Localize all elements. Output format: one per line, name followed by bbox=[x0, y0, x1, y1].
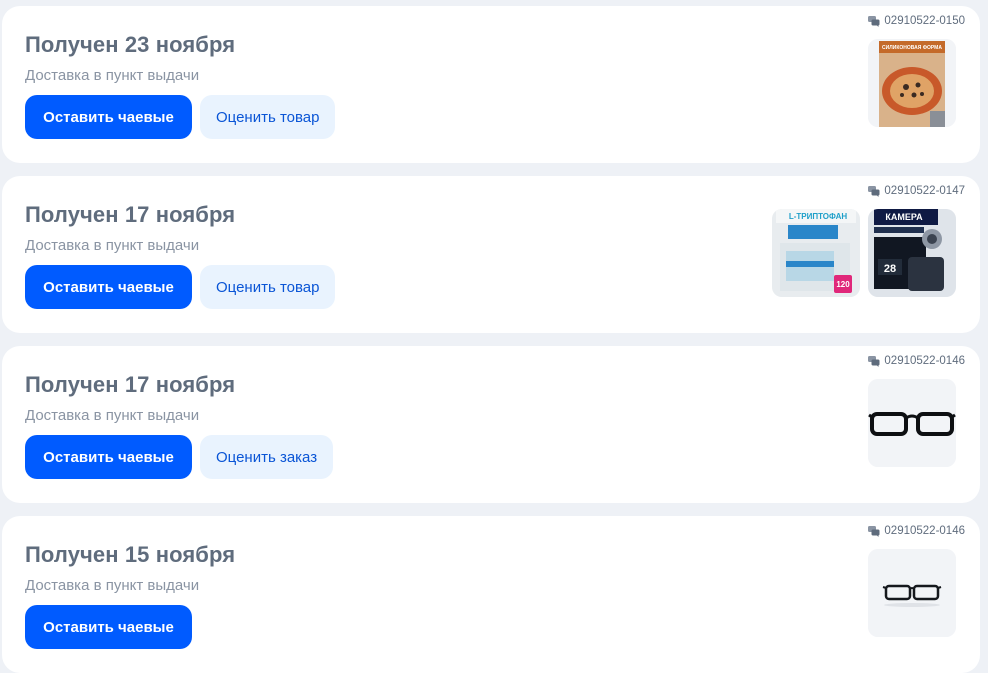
order-card[interactable]: Получен 17 ноября Доставка в пункт выдач… bbox=[2, 346, 980, 503]
rate-order-button[interactable]: Оценить заказ bbox=[200, 435, 334, 479]
order-card[interactable]: Получен 23 ноября Доставка в пункт выдач… bbox=[2, 6, 980, 163]
chat-bubbles-icon bbox=[868, 525, 880, 537]
product-thumbnail-tryptophan[interactable]: L-ТРИПТОФАН 120 bbox=[772, 209, 860, 297]
order-number-text: 02910522-0146 bbox=[884, 525, 965, 537]
order-card[interactable]: Получен 17 ноября Доставка в пункт выдач… bbox=[2, 176, 980, 333]
tryptophan-image: L-ТРИПТОФАН 120 bbox=[772, 209, 860, 297]
order-actions: Оставить чаевые Оценить товар bbox=[25, 265, 336, 309]
camera-number-badge: 28 bbox=[884, 263, 896, 275]
chat-bubbles-icon bbox=[868, 185, 880, 197]
delivery-type: Доставка в пункт выдачи bbox=[25, 67, 200, 84]
order-number[interactable]: 02910522-0146 bbox=[868, 355, 965, 367]
rate-product-button[interactable]: Оценить товар bbox=[200, 265, 336, 309]
order-items: СИЛИКОНОВАЯ ФОРМА bbox=[868, 39, 956, 127]
chat-bubbles-icon bbox=[868, 355, 880, 367]
order-number[interactable]: 02910522-0146 bbox=[868, 525, 965, 537]
order-card[interactable]: Получен 15 ноября Доставка в пункт выдач… bbox=[2, 516, 980, 673]
leave-tip-button[interactable]: Оставить чаевые bbox=[25, 605, 192, 649]
leave-tip-button[interactable]: Оставить чаевые bbox=[25, 265, 192, 309]
order-number[interactable]: 02910522-0150 bbox=[868, 15, 965, 27]
tryptophan-label: L-ТРИПТОФАН bbox=[789, 212, 848, 221]
order-number-text: 02910522-0147 bbox=[884, 185, 965, 197]
tryptophan-count-badge: 120 bbox=[836, 280, 850, 289]
baking-mold-image: СИЛИКОНОВАЯ ФОРМА bbox=[868, 39, 956, 127]
delivery-type: Доставка в пункт выдачи bbox=[25, 407, 200, 424]
order-status-title: Получен 17 ноября bbox=[25, 372, 236, 397]
order-actions: Оставить чаевые bbox=[25, 605, 192, 649]
order-number[interactable]: 02910522-0147 bbox=[868, 185, 965, 197]
chat-bubbles-icon bbox=[868, 15, 880, 27]
order-status-title: Получен 15 ноября bbox=[25, 542, 236, 567]
orders-list: Получен 23 ноября Доставка в пункт выдач… bbox=[0, 0, 988, 673]
order-items: L-ТРИПТОФАН 120 КАМЕРА 28 bbox=[772, 209, 956, 297]
baking-mold-label: СИЛИКОНОВАЯ ФОРМА bbox=[882, 45, 942, 51]
glasses-image bbox=[868, 379, 956, 467]
order-number-text: 02910522-0146 bbox=[884, 355, 965, 367]
glasses-small-image bbox=[868, 549, 956, 637]
product-thumbnail-glasses[interactable] bbox=[868, 549, 956, 637]
order-actions: Оставить чаевые Оценить товар bbox=[25, 95, 336, 139]
camera-image: КАМЕРА 28 bbox=[868, 209, 956, 297]
camera-label: КАМЕРА bbox=[885, 212, 923, 222]
delivery-type: Доставка в пункт выдачи bbox=[25, 237, 200, 254]
order-status-title: Получен 17 ноября bbox=[25, 202, 236, 227]
order-status-title: Получен 23 ноября bbox=[25, 32, 236, 57]
leave-tip-button[interactable]: Оставить чаевые bbox=[25, 95, 192, 139]
product-thumbnail-camera[interactable]: КАМЕРА 28 bbox=[868, 209, 956, 297]
leave-tip-button[interactable]: Оставить чаевые bbox=[25, 435, 192, 479]
order-number-text: 02910522-0150 bbox=[884, 15, 965, 27]
product-thumbnail-baking-mold[interactable]: СИЛИКОНОВАЯ ФОРМА bbox=[868, 39, 956, 127]
order-actions: Оставить чаевые Оценить заказ bbox=[25, 435, 334, 479]
delivery-type: Доставка в пункт выдачи bbox=[25, 577, 200, 594]
rate-product-button[interactable]: Оценить товар bbox=[200, 95, 336, 139]
order-items bbox=[868, 549, 956, 637]
product-thumbnail-glasses[interactable] bbox=[868, 379, 956, 467]
order-items bbox=[868, 379, 956, 467]
